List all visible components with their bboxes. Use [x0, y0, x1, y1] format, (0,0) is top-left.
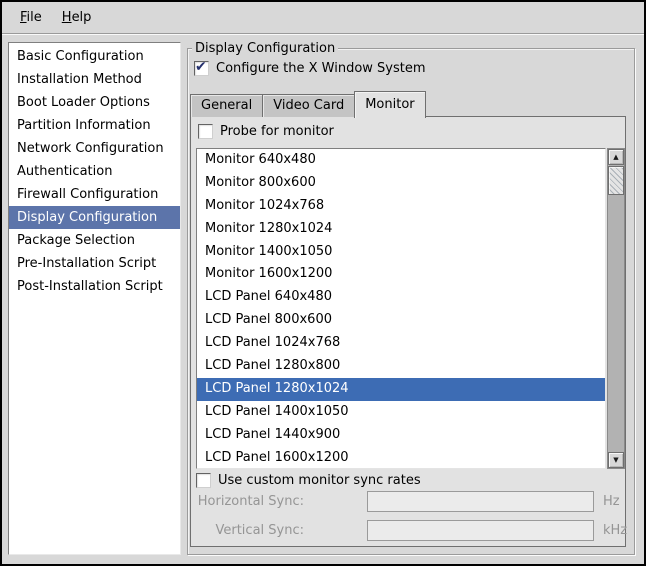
menu-help-accel: H [62, 10, 72, 25]
horizontal-sync-unit: Hz [603, 494, 620, 509]
custom-sync-row: ✔ Use custom monitor sync rates [196, 472, 421, 489]
vertical-sync-label: Vertical Sync: [191, 523, 304, 538]
monitor-list-item[interactable]: LCD Panel 1600x1200 [197, 447, 605, 469]
probe-for-monitor-checkbox[interactable]: ✔ [198, 124, 213, 139]
monitor-list-item[interactable]: Monitor 1024x768 [197, 195, 605, 218]
sidebar-item-pre-installation-script[interactable]: Pre-Installation Script [9, 252, 180, 275]
monitor-list-scrollbar[interactable]: ▲ ▼ [607, 148, 625, 469]
monitor-list-item[interactable]: LCD Panel 1440x900 [197, 424, 605, 447]
monitor-list-item[interactable]: Monitor 1280x1024 [197, 218, 605, 241]
tab-video-card[interactable]: Video Card [262, 94, 355, 117]
monitor-list-item[interactable]: Monitor 1600x1200 [197, 263, 605, 286]
custom-sync-checkbox[interactable]: ✔ [196, 473, 211, 488]
configure-x-checkbox[interactable]: ✔ [194, 61, 209, 76]
monitor-list: Monitor 640x480 Monitor 800x600 Monitor … [196, 148, 606, 469]
sidebar-item-package-selection[interactable]: Package Selection [9, 229, 180, 252]
sidebar-item-network-configuration[interactable]: Network Configuration [9, 137, 180, 160]
tab-monitor[interactable]: Monitor [354, 91, 425, 118]
horizontal-sync-row: Horizontal Sync: Hz [191, 491, 627, 513]
configure-x-label: Configure the X Window System [216, 61, 426, 76]
scrollbar-thumb[interactable] [608, 166, 624, 195]
monitor-list-item[interactable]: LCD Panel 1280x800 [197, 355, 605, 378]
checkmark-icon: ✔ [195, 59, 207, 75]
monitor-list-item[interactable]: Monitor 800x600 [197, 172, 605, 195]
tab-bar: General Video Card Monitor [190, 90, 425, 117]
vertical-sync-input[interactable] [367, 520, 594, 541]
menu-file-rest: ile [27, 10, 42, 25]
scroll-down-button[interactable]: ▼ [608, 452, 624, 468]
menu-help-rest: elp [72, 10, 92, 25]
sidebar-item-partition-information[interactable]: Partition Information [9, 114, 180, 137]
display-configuration-frame: Display Configuration ✔ Configure the X … [187, 48, 635, 555]
vertical-sync-unit: kHz [603, 523, 627, 538]
monitor-tab-panel: ✔ Probe for monitor Monitor 640x480 Moni… [190, 116, 626, 547]
sidebar-item-authentication[interactable]: Authentication [9, 160, 180, 183]
horizontal-sync-input[interactable] [367, 491, 594, 512]
custom-sync-label: Use custom monitor sync rates [218, 473, 421, 488]
monitor-list-item[interactable]: LCD Panel 1280x1024 [197, 378, 605, 401]
vertical-sync-row: Vertical Sync: kHz [191, 520, 627, 542]
menubar: File Help [2, 2, 644, 34]
monitor-list-item[interactable]: LCD Panel 1024x768 [197, 332, 605, 355]
probe-row: ✔ Probe for monitor [198, 123, 334, 140]
tab-general[interactable]: General [190, 94, 263, 117]
monitor-list-item[interactable]: LCD Panel 640x480 [197, 286, 605, 309]
sidebar-item-firewall-configuration[interactable]: Firewall Configuration [9, 183, 180, 206]
sidebar-item-display-configuration[interactable]: Display Configuration [9, 206, 180, 229]
horizontal-sync-label: Horizontal Sync: [191, 494, 304, 509]
scroll-up-button[interactable]: ▲ [608, 149, 624, 165]
scroll-up-icon: ▲ [613, 153, 618, 161]
sidebar-item-post-installation-script[interactable]: Post-Installation Script [9, 275, 180, 298]
sidebar-item-basic-configuration[interactable]: Basic Configuration [9, 45, 180, 68]
probe-for-monitor-label: Probe for monitor [220, 124, 334, 139]
monitor-list-item[interactable]: Monitor 640x480 [197, 149, 605, 172]
monitor-list-item[interactable]: LCD Panel 800x600 [197, 309, 605, 332]
monitor-list-item[interactable]: LCD Panel 1400x1050 [197, 401, 605, 424]
scroll-down-icon: ▼ [613, 456, 618, 464]
sidebar-category-list: Basic Configuration Installation Method … [8, 42, 181, 555]
kickstart-configurator-window: File Help Basic Configuration Installati… [0, 0, 646, 566]
sidebar-item-boot-loader-options[interactable]: Boot Loader Options [9, 91, 180, 114]
frame-title: Display Configuration [192, 40, 338, 57]
menu-help[interactable]: Help [52, 4, 102, 31]
sidebar-item-installation-method[interactable]: Installation Method [9, 68, 180, 91]
monitor-list-item[interactable]: Monitor 1400x1050 [197, 241, 605, 264]
configure-x-row: ✔ Configure the X Window System [194, 60, 426, 77]
menu-file[interactable]: File [10, 4, 52, 31]
